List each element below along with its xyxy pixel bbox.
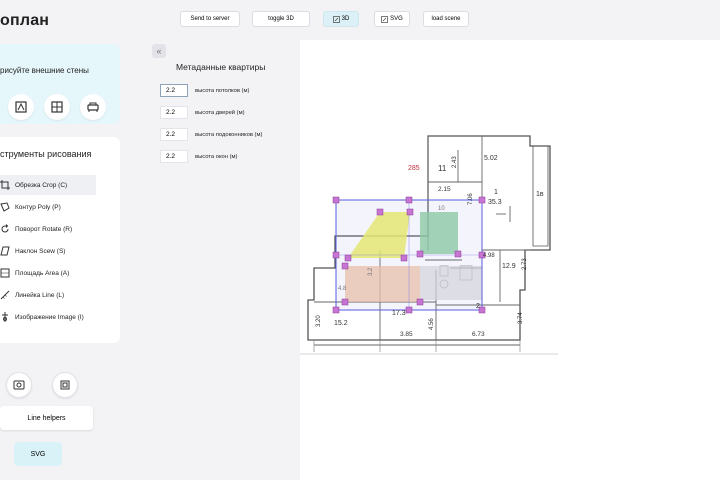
plan-label: 4.56 <box>429 318 435 330</box>
tool-poly[interactable]: Контур Poly (P) <box>0 197 96 217</box>
chevron-double-left-icon: « <box>156 46 162 56</box>
tool-label: Поворот Rotate (R) <box>15 225 73 233</box>
edit-icon <box>332 15 340 23</box>
ceiling-height-label: высота потолков (м) <box>195 87 250 94</box>
plan-label: 10 <box>438 206 445 212</box>
tool-crop[interactable]: Обрезка Crop (C) <box>0 175 96 195</box>
plan-label: 6.73 <box>472 331 485 338</box>
room-icon <box>15 101 27 113</box>
sill-height-label: высота подоконников (м) <box>195 131 263 138</box>
drawing-tools-panel: струменты рисования Обрезка Crop (C) Кон… <box>0 137 120 343</box>
view-svg-label: SVG <box>390 16 403 22</box>
send-to-server-button[interactable]: Send to server <box>180 11 240 27</box>
window-icon <box>51 101 63 113</box>
ceiling-height-input[interactable] <box>160 84 188 97</box>
floor-plan[interactable]: 285 11 2.43 5.02 2.15 1 35.3 1в 7.06 4.9… <box>300 40 720 480</box>
metadata-title: Метаданные квартиры <box>176 62 266 72</box>
room-tool-button[interactable] <box>8 94 34 120</box>
plan-label: 5.02 <box>484 155 498 162</box>
tool-label: Обрезка Crop (C) <box>15 181 68 189</box>
plan-label: 17.3 <box>392 310 406 317</box>
image-icon <box>2 312 8 322</box>
tool-label: Контур Poly (P) <box>15 203 61 211</box>
door-height-label: высота дверей (м) <box>195 109 245 116</box>
window-height-row: высота окон (м) <box>160 150 237 163</box>
draw-walls-hint: рисуйте внешние стены <box>0 66 89 75</box>
scew-icon <box>0 246 10 256</box>
tool-area[interactable]: Площадь Area (A) <box>0 263 96 283</box>
tool-label: Площадь Area (A) <box>15 269 70 277</box>
plan-label: 4.8 <box>338 286 347 292</box>
door-height-row: высота дверей (м) <box>160 106 245 119</box>
plan-label: 285 <box>408 165 420 172</box>
rotate-icon <box>1 224 9 233</box>
plan-label: 3.2 <box>368 267 374 276</box>
draw-walls-panel: рисуйте внешние стены <box>0 44 120 124</box>
toggle-3d-button[interactable]: toggle 3D <box>252 11 310 27</box>
tool-rotate[interactable]: Поворот Rotate (R) <box>0 219 96 239</box>
camera-icon <box>13 380 25 390</box>
plan-label: 15.2 <box>334 320 348 327</box>
send-to-server-label: Send to server <box>190 16 230 22</box>
view-svg-button[interactable]: SVG <box>374 11 410 27</box>
tool-scew[interactable]: Наклон Scew (S) <box>0 241 96 261</box>
tool-label: Линейка Line (L) <box>15 291 65 299</box>
plan-label: 3.85 <box>400 331 413 338</box>
drawing-tools-title: струменты рисования <box>0 149 92 159</box>
sill-height-row: высота подоконников (м) <box>160 128 262 141</box>
tool-image[interactable]: Изображение Image (I) <box>0 307 96 327</box>
plan-label: 3.74 <box>518 312 524 324</box>
door-height-input[interactable] <box>160 106 188 119</box>
plan-label: 1в <box>536 191 544 198</box>
ceiling-height-row: высота потолков (м) <box>160 84 249 97</box>
load-scene-label: load scene <box>431 16 461 22</box>
metadata-panel: « Метаданные квартиры высота потолков (м… <box>152 40 300 480</box>
plan-label: 11 <box>438 164 447 173</box>
load-scene-button[interactable]: load scene <box>423 11 469 27</box>
plan-label: 2.43 <box>452 156 458 168</box>
furniture-tool-button[interactable] <box>80 94 106 120</box>
app-title: оплан <box>0 12 50 29</box>
tool-line[interactable]: Линейка Line (L) <box>0 285 96 305</box>
plan-label: 1 <box>494 189 498 196</box>
tool-label: Наклон Scew (S) <box>15 247 66 255</box>
toggle-3d-label: toggle 3D <box>268 16 294 22</box>
plan-label: 2.73 <box>522 258 528 270</box>
collapse-panel-button[interactable]: « <box>152 44 166 58</box>
crop-icon <box>0 180 10 190</box>
plan-label: 2.15 <box>438 186 451 193</box>
plan-label: 7.06 <box>468 193 474 205</box>
view-3d-button[interactable]: 3D <box>323 11 359 27</box>
window-height-input[interactable] <box>160 150 188 163</box>
layers-icon <box>60 380 70 390</box>
sofa-icon <box>87 102 99 112</box>
plan-label: 12.9 <box>502 263 516 270</box>
sill-height-input[interactable] <box>160 128 188 141</box>
line-helpers-button[interactable]: Line helpers <box>0 406 93 430</box>
plan-label: 2 <box>476 303 480 310</box>
plan-label: 3.20 <box>316 315 322 327</box>
ruler-icon <box>0 290 10 300</box>
svg-export-button[interactable]: SVG <box>14 442 62 466</box>
view-3d-label: 3D <box>341 16 350 22</box>
edit-icon <box>381 15 389 23</box>
plan-label: 4.98 <box>483 253 495 259</box>
window-height-label: высота окон (м) <box>195 153 238 160</box>
drawing-canvas[interactable]: 285 11 2.43 5.02 2.15 1 35.3 1в 7.06 4.9… <box>300 40 720 480</box>
tool-label: Изображение Image (I) <box>15 313 84 321</box>
poly-icon <box>0 202 10 212</box>
left-sidebar: оплан рисуйте внешние стены струменты ри… <box>0 0 130 480</box>
view-toggle-button[interactable] <box>6 372 32 398</box>
area-icon <box>0 268 10 278</box>
layer-toggle-button[interactable] <box>52 372 78 398</box>
plan-label: 35.3 <box>488 199 502 206</box>
window-tool-button[interactable] <box>44 94 70 120</box>
